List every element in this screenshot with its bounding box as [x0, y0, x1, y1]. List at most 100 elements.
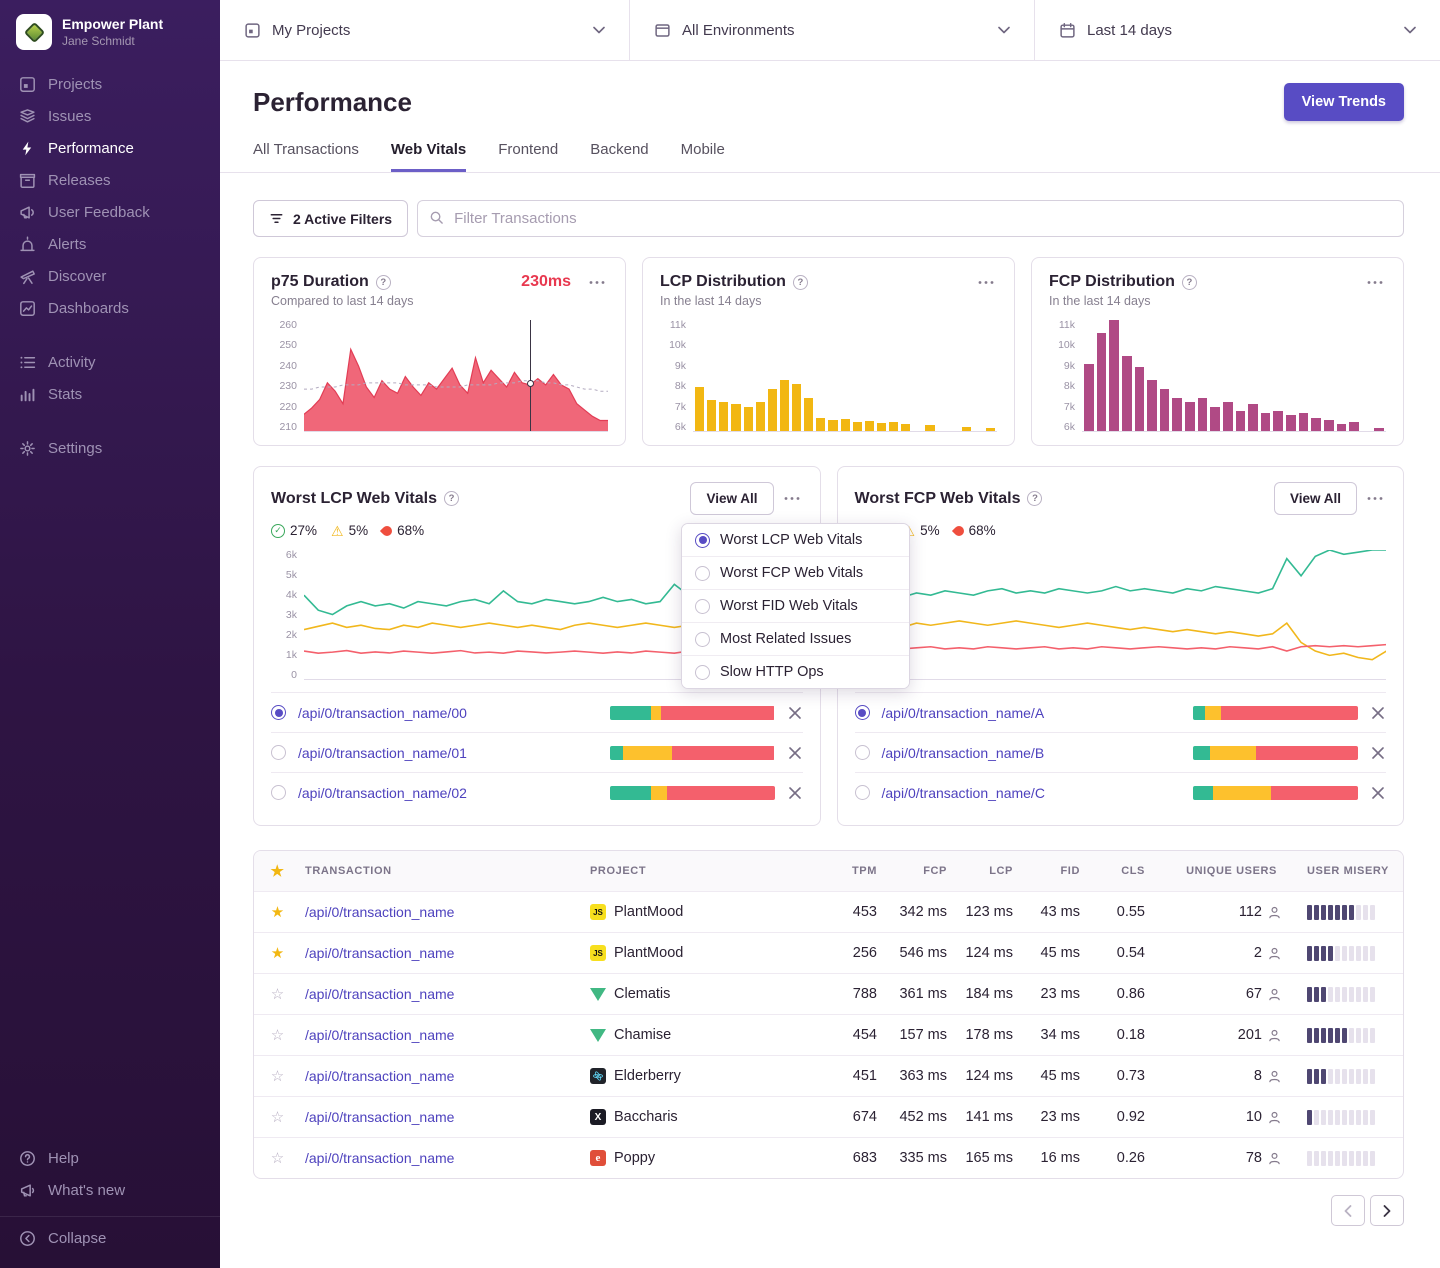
- sidebar-item-stats[interactable]: Stats: [0, 378, 220, 410]
- favorite-star-icon[interactable]: ☆: [254, 1067, 301, 1085]
- card-menu-button[interactable]: [975, 276, 997, 289]
- environment-selector[interactable]: All Environments: [630, 0, 1035, 60]
- close-icon[interactable]: [787, 705, 803, 721]
- sidebar-item-activity[interactable]: Activity: [0, 346, 220, 378]
- sidebar-nav-secondary: ActivityStats: [0, 346, 220, 410]
- sidebar-item-discover[interactable]: Discover: [0, 260, 220, 292]
- project-selector[interactable]: My Projects: [220, 0, 630, 60]
- transaction-link[interactable]: /api/0/transaction_name: [305, 986, 454, 1002]
- card-menu-button[interactable]: [1364, 276, 1386, 289]
- radio-icon[interactable]: [271, 785, 286, 800]
- favorite-star-icon[interactable]: ☆: [254, 985, 301, 1003]
- table-row: ☆/api/0/transaction_nameClematis788361 m…: [254, 973, 1403, 1014]
- close-icon[interactable]: [1370, 785, 1386, 801]
- help-icon[interactable]: ?: [376, 275, 391, 290]
- histogram-bar: [756, 402, 765, 431]
- next-page-button[interactable]: [1370, 1195, 1404, 1226]
- menu-item-worst-lcp-web-vitals[interactable]: Worst LCP Web Vitals: [682, 524, 909, 557]
- tab-backend[interactable]: Backend: [590, 141, 648, 172]
- close-icon[interactable]: [787, 745, 803, 761]
- favorite-star-icon[interactable]: ☆: [254, 1149, 301, 1167]
- sidebar-item-alerts[interactable]: Alerts: [0, 228, 220, 260]
- help-icon[interactable]: ?: [1182, 275, 1197, 290]
- misery-segment: [1342, 905, 1347, 920]
- unique-users-cell: 112: [1161, 904, 1293, 920]
- radio-icon[interactable]: [855, 705, 870, 720]
- tab-frontend[interactable]: Frontend: [498, 141, 558, 172]
- sidebar-item-releases[interactable]: Releases: [0, 164, 220, 196]
- y-axis-labels: 260250240230220210: [271, 320, 297, 432]
- transaction-link[interactable]: /api/0/transaction_name/00: [298, 705, 467, 721]
- view-trends-button[interactable]: View Trends: [1284, 83, 1404, 121]
- sidebar-item-settings[interactable]: Settings: [0, 432, 220, 464]
- date-range-selector[interactable]: Last 14 days: [1035, 0, 1440, 60]
- misery-segment: [1356, 987, 1361, 1002]
- sidebar-item-collapse[interactable]: Collapse: [0, 1216, 220, 1254]
- card-menu-button[interactable]: [781, 492, 803, 505]
- menu-item-worst-fcp-web-vitals[interactable]: Worst FCP Web Vitals: [682, 557, 909, 590]
- radio-icon[interactable]: [271, 705, 286, 720]
- help-icon[interactable]: ?: [793, 275, 808, 290]
- menu-item-slow-http-ops[interactable]: Slow HTTP Ops: [682, 656, 909, 688]
- radio-icon[interactable]: [855, 745, 870, 760]
- transaction-link[interactable]: /api/0/transaction_name/01: [298, 745, 467, 761]
- transaction-link[interactable]: /api/0/transaction_name/C: [882, 785, 1045, 801]
- transaction-link[interactable]: /api/0/transaction_name: [305, 945, 454, 961]
- help-icon[interactable]: ?: [444, 491, 459, 506]
- vital-transaction-row: /api/0/transaction_name/C: [855, 772, 1387, 812]
- vitals-bar-segment-meh: [1213, 786, 1271, 800]
- org-switcher[interactable]: Empower Plant Jane Schmidt: [0, 0, 220, 68]
- transaction-link[interactable]: /api/0/transaction_name: [305, 1068, 454, 1084]
- transaction-link[interactable]: /api/0/transaction_name: [305, 1150, 454, 1166]
- sidebar-item-issues[interactable]: Issues: [0, 100, 220, 132]
- sidebar-item-help[interactable]: Help: [0, 1142, 220, 1174]
- radio-icon[interactable]: [271, 745, 286, 760]
- menu-item-most-related-issues[interactable]: Most Related Issues: [682, 623, 909, 656]
- tab-all-transactions[interactable]: All Transactions: [253, 141, 359, 172]
- sidebar-item-what-s-new[interactable]: What's new: [0, 1174, 220, 1206]
- favorite-star-icon[interactable]: ☆: [254, 1026, 301, 1044]
- transaction-link[interactable]: /api/0/transaction_name: [305, 1027, 454, 1043]
- histogram-bar: [1210, 407, 1220, 431]
- close-icon[interactable]: [1370, 705, 1386, 721]
- x-platform-icon: X: [590, 1109, 606, 1125]
- favorite-star-icon[interactable]: ☆: [254, 1108, 301, 1126]
- tpm-value: 683: [821, 1150, 893, 1166]
- meh-stat: ⚠5%: [331, 523, 368, 538]
- transaction-link[interactable]: /api/0/transaction_name/A: [882, 705, 1045, 721]
- tab-mobile[interactable]: Mobile: [681, 141, 725, 172]
- tab-web-vitals[interactable]: Web Vitals: [391, 141, 466, 172]
- transaction-link[interactable]: /api/0/transaction_name/B: [882, 745, 1045, 761]
- misery-segment: [1342, 1069, 1347, 1084]
- sidebar-item-performance[interactable]: Performance: [0, 132, 220, 164]
- card-menu-button[interactable]: [1364, 492, 1386, 505]
- card-menu-button[interactable]: [586, 276, 608, 289]
- transaction-link[interactable]: /api/0/transaction_name: [305, 904, 454, 920]
- favorite-star-icon[interactable]: ★: [254, 944, 301, 962]
- sidebar-item-dashboards[interactable]: Dashboards: [0, 292, 220, 324]
- search-input[interactable]: [417, 200, 1404, 237]
- column-header-cls: CLS: [1096, 865, 1161, 877]
- sidebar-item-projects[interactable]: Projects: [0, 68, 220, 100]
- histogram-bar: [1311, 418, 1321, 431]
- transactions-table: ★TRANSACTIONPROJECTTPMFCPLCPFIDCLSUNIQUE…: [253, 850, 1404, 1179]
- view-all-button[interactable]: View All: [1274, 482, 1357, 515]
- radio-icon[interactable]: [855, 785, 870, 800]
- radio-icon: [695, 566, 710, 581]
- active-filters-button[interactable]: 2 Active Filters: [253, 200, 408, 237]
- lcp-value: 178 ms: [963, 1027, 1029, 1043]
- histogram-bar: [780, 380, 789, 431]
- cls-value: 0.73: [1096, 1068, 1161, 1084]
- menu-item-worst-fid-web-vitals[interactable]: Worst FID Web Vitals: [682, 590, 909, 623]
- chart-plot-area: [1082, 320, 1386, 432]
- prev-page-button[interactable]: [1331, 1195, 1365, 1226]
- sidebar-item-label: Dashboards: [48, 300, 129, 317]
- close-icon[interactable]: [787, 785, 803, 801]
- help-icon[interactable]: ?: [1027, 491, 1042, 506]
- close-icon[interactable]: [1370, 745, 1386, 761]
- view-all-button[interactable]: View All: [690, 482, 773, 515]
- transaction-link[interactable]: /api/0/transaction_name: [305, 1109, 454, 1125]
- sidebar-item-user-feedback[interactable]: User Feedback: [0, 196, 220, 228]
- transaction-link[interactable]: /api/0/transaction_name/02: [298, 785, 467, 801]
- favorite-star-icon[interactable]: ★: [254, 903, 301, 921]
